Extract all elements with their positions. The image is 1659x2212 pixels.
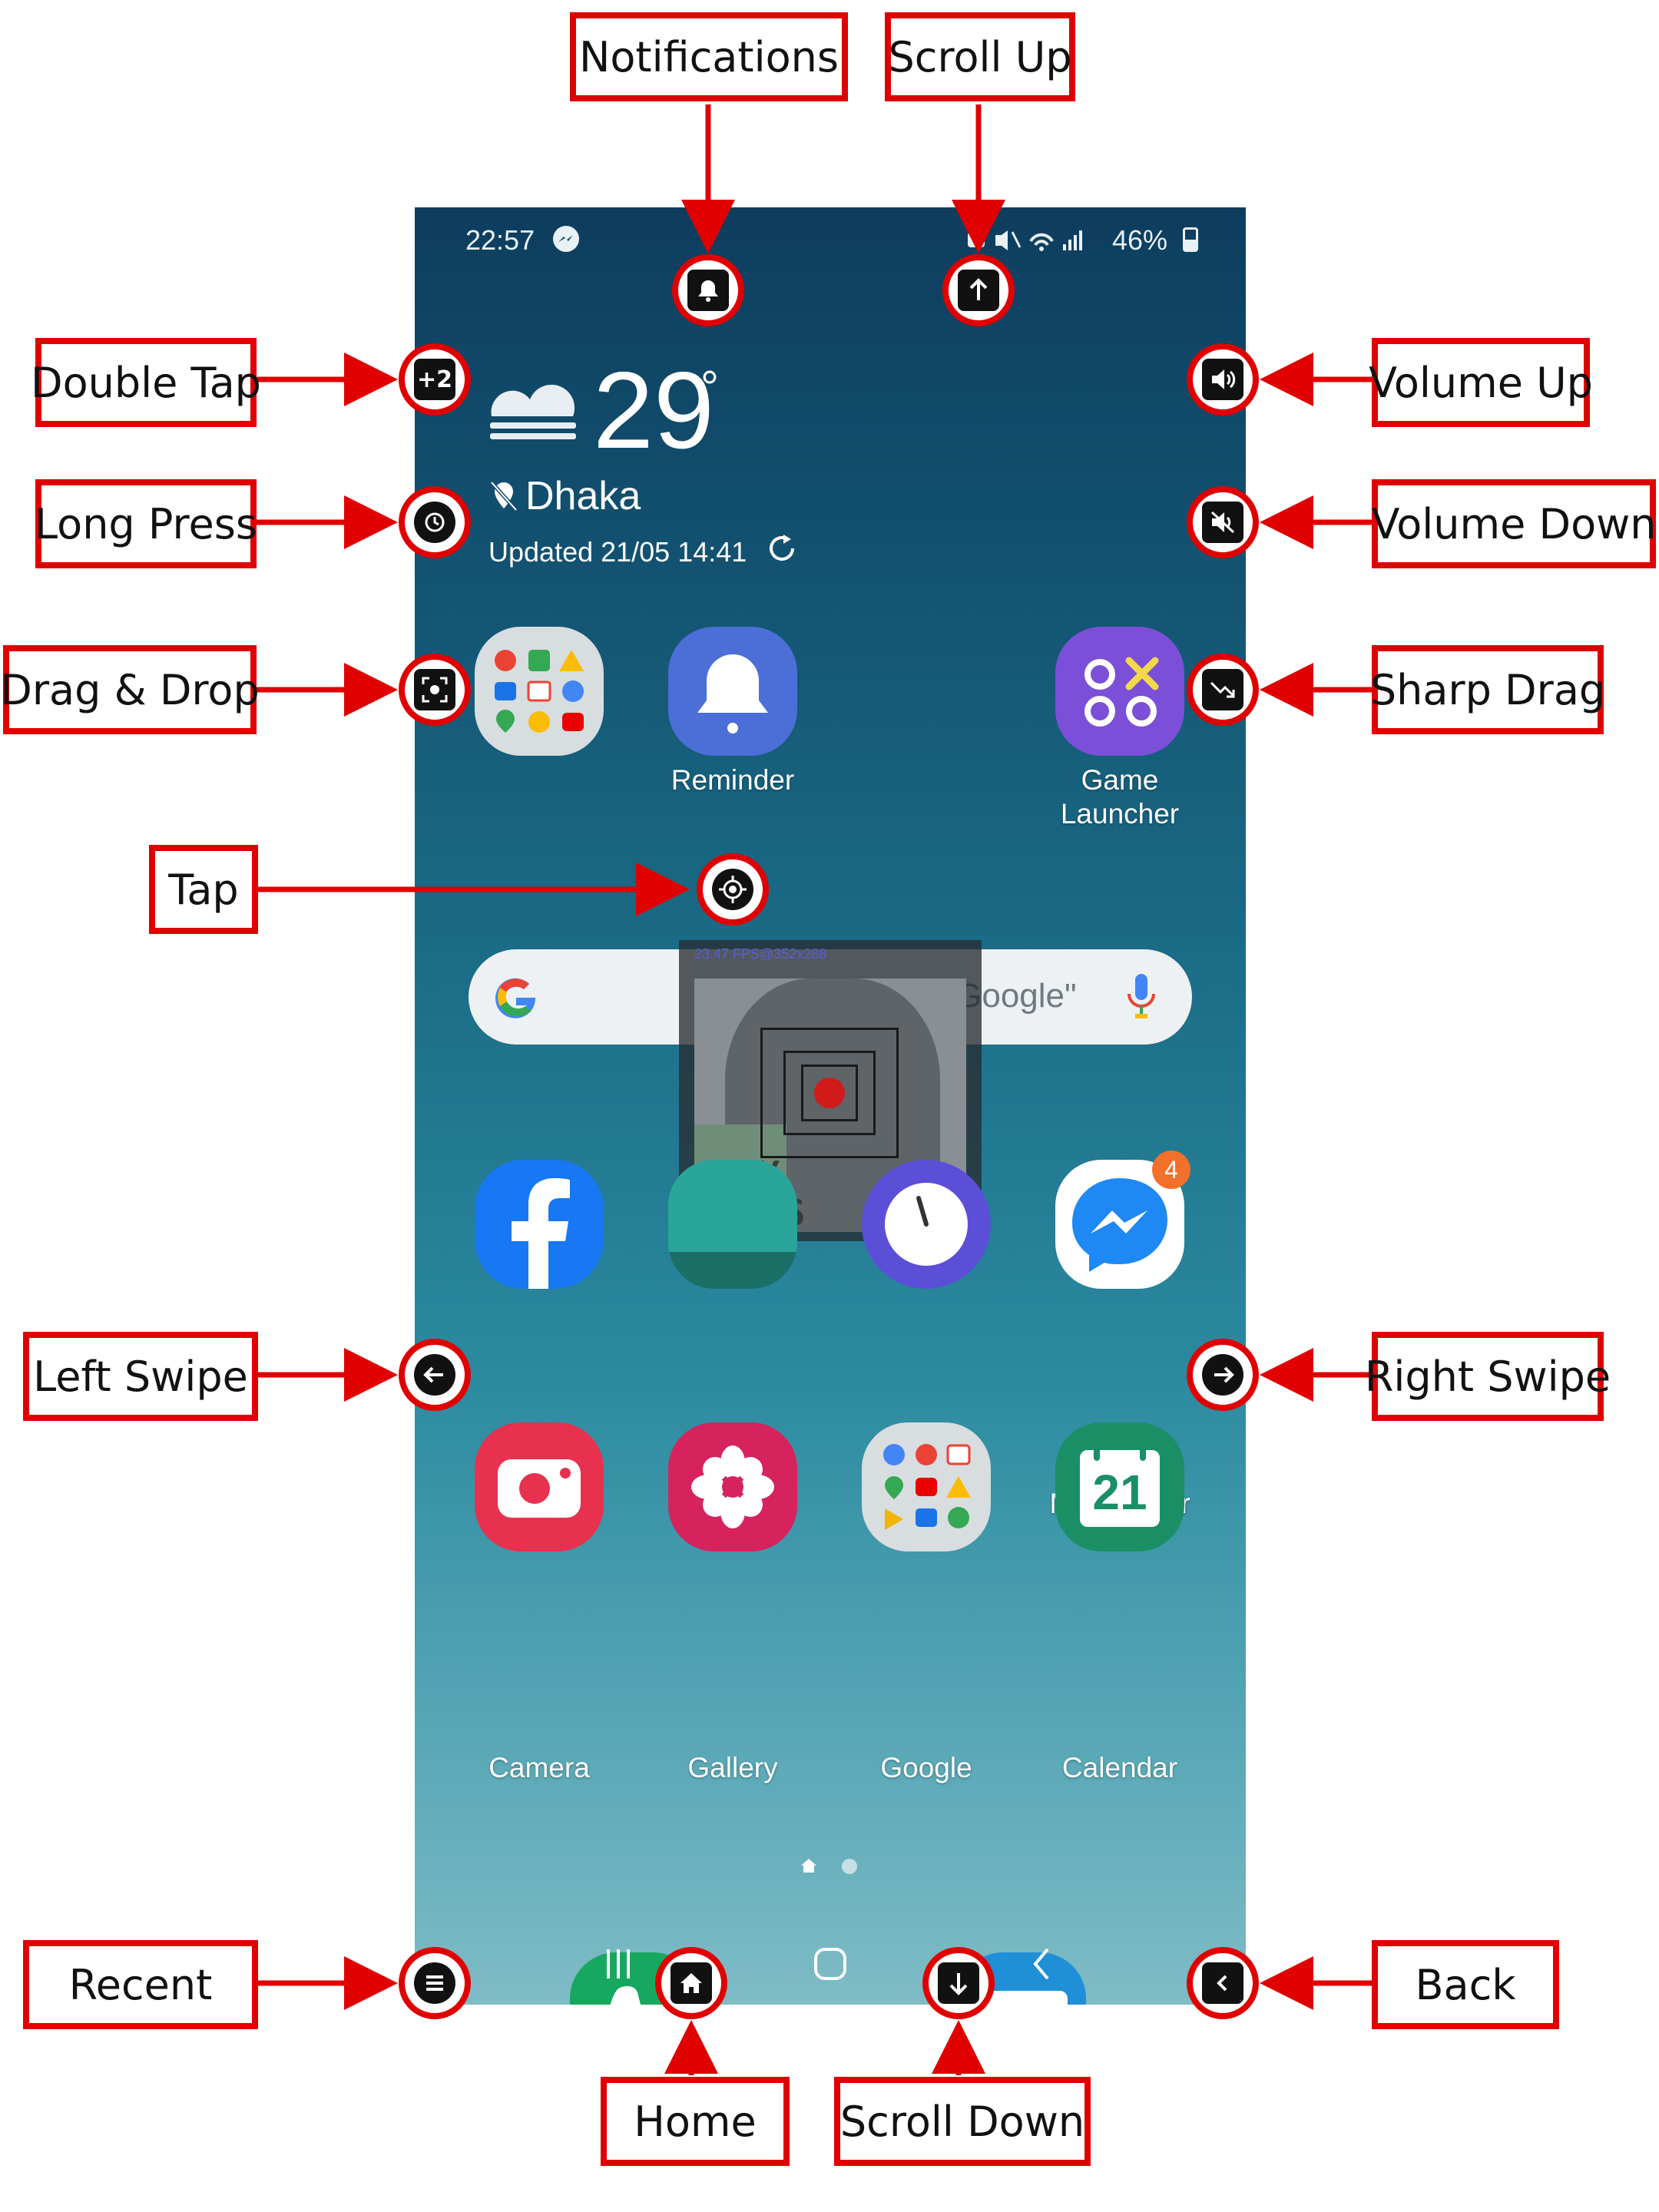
tap-marker[interactable] [697,853,769,926]
callout-tap: Tap [149,845,258,934]
callout-scroll-up: Scroll Up [885,12,1075,101]
drag-drop-marker[interactable] [399,654,471,726]
scroll-down-marker[interactable] [922,1947,995,2019]
callout-right-swipe: Right Swipe [1365,1332,1611,1421]
sharp-drag-marker[interactable] [1187,654,1259,726]
callout-back: Back [1372,1940,1559,2029]
callout-volume-down: Volume Down [1372,479,1657,568]
callout-sharp-drag: Sharp Drag [1370,645,1605,734]
callout-left-swipe: Left Swipe [23,1332,258,1421]
right-swipe-marker[interactable] [1187,1339,1259,1411]
callout-recent: Recent [23,1940,258,2029]
volume-down-marker[interactable] [1187,486,1259,558]
callout-volume-up: Volume Up [1369,338,1593,427]
annotation-arrows [257,104,1372,2075]
callout-scroll-down: Scroll Down [834,2077,1091,2166]
double-tap-marker[interactable]: +2 [399,343,471,416]
volume-up-marker[interactable] [1187,343,1259,416]
callout-notifications: Notifications [570,12,848,101]
scroll-up-marker[interactable] [942,254,1015,326]
long-press-marker[interactable] [399,486,471,558]
left-swipe-marker[interactable] [399,1339,471,1411]
home-marker[interactable] [655,1947,727,2019]
callout-drag-drop: Drag & Drop [0,645,260,734]
double-tap-count: +2 [414,359,455,400]
notifications-marker[interactable] [672,254,744,326]
callout-long-press: Long Press [35,479,257,568]
back-marker[interactable] [1187,1947,1259,2019]
callout-double-tap: Double Tap [31,338,261,427]
callout-home: Home [601,2077,790,2166]
recent-marker[interactable] [399,1947,471,2019]
